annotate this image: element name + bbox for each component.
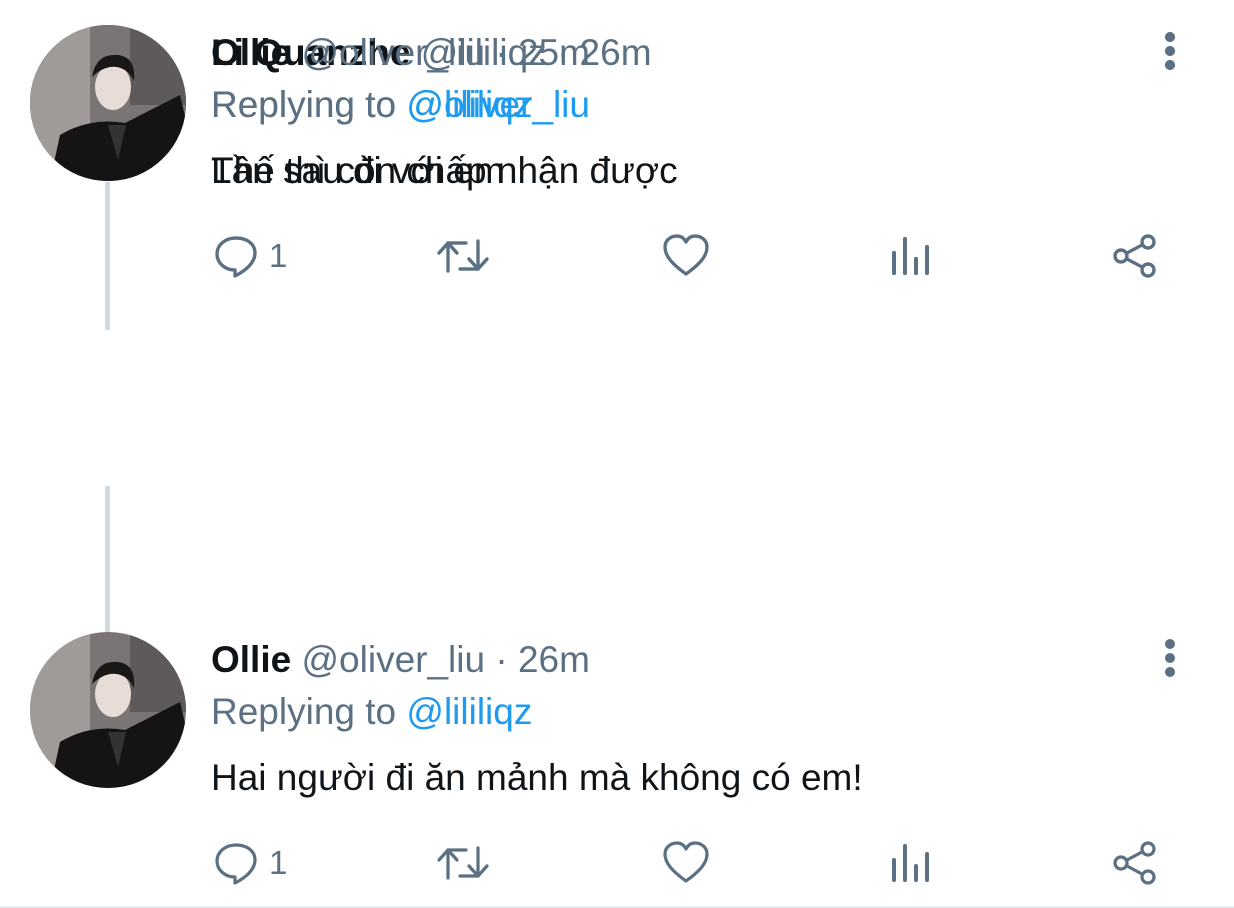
replying-to-line: Replying to @lililiqz — [211, 82, 532, 128]
tweet-header: Ollie @oliver_liu · 25m — [211, 30, 590, 76]
avatar-portrait-image — [30, 25, 186, 181]
retweet-button[interactable] — [436, 228, 490, 284]
tweet-actions: 1 — [0, 835, 1234, 891]
share-icon — [1113, 234, 1156, 278]
retweet-button[interactable] — [436, 835, 490, 891]
tweet-header: Ollie @oliver_liu · 26m — [211, 637, 590, 683]
display-name[interactable]: Ollie — [211, 639, 291, 680]
reply-bubble-icon — [215, 843, 257, 885]
timestamp[interactable]: 26m — [518, 639, 590, 680]
replying-label: Replying to — [211, 84, 397, 125]
tweet-actions — [0, 228, 1234, 284]
meta-separator: · — [495, 32, 508, 73]
retweet-icon — [437, 846, 489, 880]
mention-link[interactable]: @lililiqz — [406, 691, 532, 732]
display-name[interactable]: Ollie — [211, 32, 291, 73]
share-icon — [1113, 841, 1156, 885]
mention-link[interactable]: @lililiqz — [406, 84, 532, 125]
user-handle[interactable]: @oliver_liu — [301, 639, 485, 680]
like-button[interactable] — [662, 835, 710, 891]
more-options-button[interactable] — [1152, 635, 1188, 681]
replying-to-line: Replying to @lililiqz — [211, 689, 532, 735]
analytics-icon — [892, 237, 929, 275]
meta-separator: · — [495, 639, 508, 680]
tweet[interactable]: Ollie @oliver_liu · 25m Replying to @lil… — [0, 0, 1234, 303]
share-button[interactable] — [1112, 228, 1158, 284]
analytics-button[interactable] — [888, 835, 932, 891]
avatar[interactable] — [30, 632, 186, 788]
reply-button[interactable] — [213, 228, 269, 284]
avatar-portrait-image — [30, 632, 186, 788]
heart-icon — [663, 234, 709, 276]
analytics-button[interactable] — [888, 228, 932, 284]
avatar[interactable] — [30, 25, 186, 181]
tweet[interactable]: Ollie @oliver_liu · 26m Replying to @lil… — [0, 607, 1234, 908]
reply-bubble-icon — [215, 236, 257, 278]
analytics-icon — [892, 844, 929, 882]
tweet-thread: Ollie @oliver_liu · 26m Replying to @lil… — [0, 0, 1234, 908]
tweet-text: Thế thì còn chấp nhận được — [211, 150, 678, 191]
retweet-icon — [437, 239, 489, 273]
replying-label: Replying to — [211, 691, 397, 732]
more-options-button[interactable] — [1152, 28, 1188, 74]
more-vertical-icon — [1165, 639, 1175, 677]
like-button[interactable] — [662, 228, 710, 284]
reply-button[interactable]: 1 — [213, 835, 287, 891]
heart-icon — [663, 841, 709, 883]
timestamp[interactable]: 25m — [518, 32, 590, 73]
user-handle[interactable]: @oliver_liu — [301, 32, 485, 73]
more-vertical-icon — [1165, 32, 1175, 70]
tweet-text: Hai người đi ăn mảnh mà không có em! — [211, 757, 863, 798]
reply-count: 1 — [269, 844, 288, 881]
share-button[interactable] — [1112, 835, 1158, 891]
